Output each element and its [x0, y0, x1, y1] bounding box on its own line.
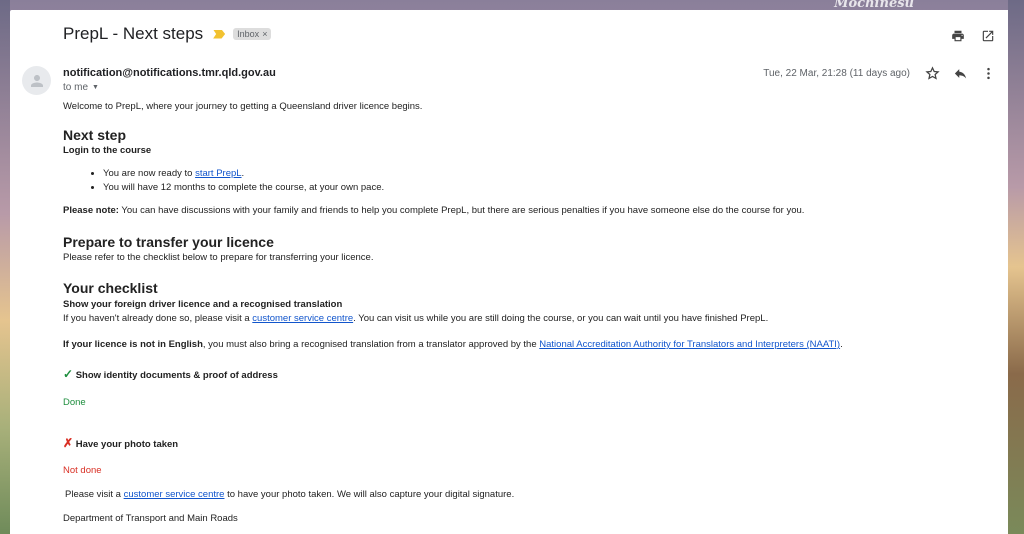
checklist-heading: Your checklist	[63, 280, 158, 296]
recipients-text: to me	[63, 82, 89, 93]
photo-heading: Have your photo taken	[75, 439, 179, 450]
email-date: Tue, 22 Mar, 21:28 (11 days ago)	[763, 68, 910, 79]
identity-item: ✓ Show identity documents & proof of add…	[63, 368, 983, 382]
sender-avatar	[22, 66, 51, 95]
note-label: Please note:	[63, 205, 119, 216]
importance-marker-icon[interactable]	[213, 29, 226, 39]
english-bold: If your licence is not in English	[63, 339, 203, 350]
wallpaper-left	[0, 0, 10, 534]
inbox-label-chip[interactable]: Inbox ×	[233, 28, 272, 40]
bullet-suffix: .	[241, 168, 245, 179]
foreign-prefix: If you haven't already done so, please v…	[63, 313, 253, 324]
person-icon	[30, 74, 43, 87]
foreign-licence-text: If you haven't already done so, please v…	[63, 313, 983, 325]
open-in-new-window-icon[interactable]	[980, 28, 996, 44]
check-icon: ✓	[63, 367, 74, 381]
reply-icon[interactable]	[952, 65, 968, 81]
remove-label-icon[interactable]: ×	[262, 29, 267, 39]
naati-link[interactable]: National Accreditation Authority for Tra…	[539, 339, 840, 350]
photo-item: ✗ Have your photo taken	[63, 437, 983, 451]
transfer-heading: Prepare to transfer your licence	[63, 234, 274, 250]
list-item: You are now ready to start PrepL.	[103, 167, 983, 181]
note-paragraph: Please note: You can have discussions wi…	[63, 205, 983, 217]
label-text: Inbox	[237, 29, 260, 39]
thread-actions	[950, 28, 996, 44]
english-text: , you must also bring a recognised trans…	[202, 339, 540, 350]
start-prepl-link[interactable]: start PrepL	[195, 168, 241, 179]
identity-status: Done	[63, 397, 86, 408]
english-translation-text: If your licence is not in English, you m…	[63, 339, 983, 351]
email-view: PrepL - Next steps Inbox × notification@…	[10, 10, 1008, 534]
email-subject: PrepL - Next steps	[63, 24, 204, 43]
message-actions	[924, 65, 996, 81]
photo-suffix: to have your photo taken. We will also c…	[224, 489, 515, 500]
print-icon[interactable]	[950, 28, 966, 44]
note-text: You can have discussions with your famil…	[118, 205, 805, 216]
photo-status: Not done	[63, 465, 102, 476]
photo-prefix: Please visit a	[65, 489, 124, 500]
star-icon[interactable]	[924, 65, 940, 81]
wallpaper-right	[1008, 0, 1024, 534]
email-body: Welcome to PrepL, where your journey to …	[63, 101, 983, 525]
customer-service-centre-link[interactable]: customer service centre	[252, 313, 353, 324]
foreign-licence-heading: Show your foreign driver licence and a r…	[63, 299, 343, 310]
recipients-toggle[interactable]: to me ▼	[63, 82, 99, 93]
bullet-text: You are now ready to	[103, 168, 196, 179]
chevron-down-icon[interactable]: ▼	[92, 84, 99, 91]
cross-icon: ✗	[63, 436, 74, 450]
transfer-text: Please refer to the checklist below to p…	[63, 252, 374, 263]
login-bullets: You are now ready to start PrepL. You wi…	[63, 167, 983, 195]
welcome-text: Welcome to PrepL, where your journey to …	[63, 101, 423, 112]
identity-heading: Show identity documents & proof of addre…	[75, 370, 278, 381]
subject-row: PrepL - Next steps Inbox ×	[63, 24, 272, 44]
customer-service-centre-link[interactable]: customer service centre	[124, 489, 225, 500]
more-vertical-icon[interactable]	[980, 65, 996, 81]
photo-text: Please visit a customer service centre t…	[63, 489, 983, 501]
next-step-heading: Next step	[63, 127, 127, 143]
sender-address[interactable]: notification@notifications.tmr.qld.gov.a…	[63, 67, 276, 79]
foreign-suffix: . You can visit us while you are still d…	[353, 313, 769, 324]
list-item: You will have 12 months to complete the …	[103, 181, 983, 195]
signoff: Department of Transport and Main Roads	[63, 513, 238, 524]
english-end: .	[840, 339, 843, 350]
login-heading: Login to the course	[63, 145, 152, 156]
